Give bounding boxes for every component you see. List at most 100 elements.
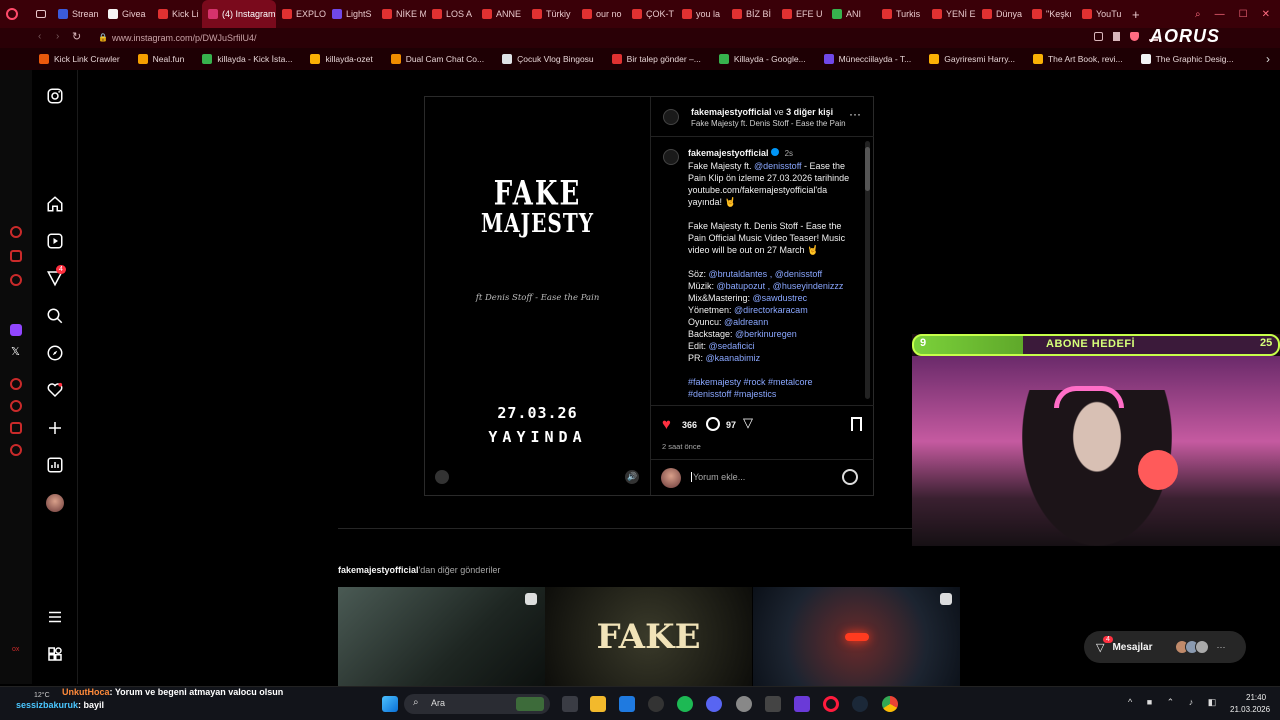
browser-tab[interactable]: LOS A — [426, 0, 476, 28]
home-icon[interactable] — [46, 195, 64, 213]
browser-tab[interactable]: Dünya — [976, 0, 1026, 28]
author-handle[interactable]: fakemajestyofficial — [691, 107, 772, 117]
grid-app-icon[interactable] — [794, 696, 810, 712]
browser-tab[interactable]: YouTu — [1076, 0, 1126, 28]
create-icon[interactable] — [46, 419, 64, 437]
profile-avatar[interactable] — [46, 494, 64, 512]
caption-mention-link[interactable]: @brutaldantes , @denisstoff — [709, 269, 823, 279]
caption-avatar[interactable] — [663, 149, 679, 165]
browser-tab[interactable]: "Keşkı — [1026, 0, 1076, 28]
post-video[interactable]: FAKE MAJESTY ft Denis Stoff - Ease the P… — [425, 97, 650, 495]
browser-tab[interactable]: Türkiy — [526, 0, 576, 28]
caption-mention-link[interactable]: #denisstoff #majestics — [688, 389, 776, 399]
bookmark-item[interactable]: killayda-ozet — [301, 54, 381, 64]
browser-tab[interactable]: YENİ E — [926, 0, 976, 28]
mail-icon[interactable] — [619, 696, 635, 712]
opera-menu-icon[interactable] — [0, 0, 30, 28]
shield-icon[interactable] — [1130, 32, 1139, 41]
like-icon[interactable]: ♥ — [662, 416, 671, 433]
maximize-icon[interactable]: ☐ — [1239, 9, 1248, 20]
steam-icon[interactable] — [852, 696, 868, 712]
reload-icon[interactable]: ↻ — [72, 30, 81, 43]
emoji-icon[interactable] — [842, 469, 858, 485]
instagram-logo-icon[interactable] — [46, 87, 64, 105]
browser-tab[interactable]: Givea — [102, 0, 152, 28]
snapshot-icon[interactable] — [1094, 32, 1103, 41]
messages-button[interactable]: ▽ 4 Mesajlar ··· — [1084, 631, 1246, 663]
back-icon[interactable]: ‹ — [38, 31, 41, 42]
browser-tab[interactable]: BİZ Bİ — [726, 0, 776, 28]
bookmark-item[interactable]: Münecciilayda - T... — [815, 54, 921, 64]
caption-mention-link[interactable]: @kaanabimiz — [706, 353, 761, 363]
file-explorer-icon[interactable] — [590, 696, 606, 712]
bookmark-item[interactable]: The Graphic Desig... — [1132, 54, 1243, 64]
volume-icon[interactable]: 🔊 — [625, 470, 639, 484]
bookmark-item[interactable]: Neal.fun — [129, 54, 194, 64]
comment-input[interactable]: Yorum ekle... — [691, 472, 745, 482]
settings-icon[interactable] — [10, 444, 22, 456]
save-icon[interactable] — [851, 417, 862, 431]
new-tab-button[interactable]: + — [1126, 0, 1146, 28]
chatgpt-icon[interactable] — [10, 250, 22, 262]
caption-mention-link[interactable]: @berkinuregen — [735, 329, 797, 339]
tab-overview-icon[interactable] — [30, 0, 52, 28]
clock-time[interactable]: 21:40 — [1246, 693, 1266, 702]
caption-mention-link[interactable]: @aldreann — [724, 317, 768, 327]
reels-icon[interactable] — [46, 232, 64, 250]
browser-tab[interactable]: Turkis — [876, 0, 926, 28]
twitch-icon[interactable] — [10, 324, 22, 336]
bookmark-item[interactable]: The Art Book, revi... — [1024, 54, 1132, 64]
discord-icon[interactable] — [706, 696, 722, 712]
browser-tab[interactable]: Kick Li — [152, 0, 202, 28]
search-tabs-icon[interactable]: ⌕ — [1195, 9, 1201, 20]
caption-mention-link[interactable]: @batupozut , @huseyindenizzz — [717, 281, 844, 291]
caption-mention-link[interactable]: @sedaficici — [709, 341, 755, 351]
bookmark-item[interactable]: Bir talep gönder –... — [603, 54, 710, 64]
author-avatar[interactable] — [663, 109, 679, 125]
browser-tab[interactable]: EFE U — [776, 0, 826, 28]
opera-icon[interactable] — [823, 696, 839, 712]
tray-icons[interactable]: ^ ■ ⌃ ♪ ◧ — [1128, 697, 1222, 708]
browser-tab[interactable]: LightS — [326, 0, 376, 28]
forward-icon[interactable]: › — [56, 31, 59, 42]
audio-subtitle[interactable]: Fake Majesty ft. Denis Stoff - Ease the … — [691, 119, 846, 128]
windows-start-icon[interactable] — [382, 696, 398, 712]
history-icon[interactable] — [10, 400, 22, 412]
caption-mention-link[interactable]: @denisstoff — [754, 161, 802, 171]
messenger-icon[interactable] — [10, 274, 22, 286]
bookmarks-overflow-icon[interactable]: › — [1266, 52, 1270, 66]
aria-icon[interactable] — [10, 226, 22, 238]
app-icon[interactable] — [765, 696, 781, 712]
dashboard-icon[interactable] — [46, 456, 64, 474]
browser-tab[interactable]: Strean — [52, 0, 102, 28]
settings-icon[interactable] — [736, 696, 752, 712]
tagged-users-icon[interactable] — [435, 470, 449, 484]
like-count[interactable]: 366 — [682, 420, 697, 430]
minimize-icon[interactable]: — — [1215, 9, 1225, 20]
browser-tab[interactable]: ANI — [826, 0, 876, 28]
url-field[interactable]: 🔒 www.instagram.com/p/DWJuSrfilU4/ — [96, 30, 1096, 46]
bookmark-item[interactable]: Kick Link Crawler — [30, 54, 129, 64]
bookmark-item[interactable]: Çocuk Vlog Bingosu — [493, 54, 603, 64]
bookmark-item[interactable]: Dual Cam Chat Co... — [382, 54, 493, 64]
browser-tab[interactable]: you la — [676, 0, 726, 28]
heart-icon[interactable] — [46, 381, 64, 399]
caption-mention-link[interactable]: @sawdustrec — [753, 293, 808, 303]
clock-date[interactable]: 21.03.2026 — [1230, 705, 1270, 714]
caption-handle[interactable]: fakemajestyofficial — [688, 148, 769, 158]
explore-icon[interactable] — [46, 344, 64, 362]
x-icon[interactable]: 𝕏 — [11, 345, 20, 358]
more-post-thumb-3[interactable] — [753, 587, 960, 687]
comment-icon[interactable] — [706, 417, 720, 431]
spotify-icon[interactable] — [677, 696, 693, 712]
browser-tab[interactable]: (4) Instagram — [202, 0, 276, 28]
more-posts-handle[interactable]: fakemajestyofficial — [338, 565, 419, 575]
more-post-thumb-1[interactable] — [338, 587, 545, 687]
extensions-icon[interactable] — [10, 422, 22, 434]
taskbar-search[interactable]: ⌕ Ara — [404, 694, 550, 714]
browser-tab[interactable]: ÇOK-T — [626, 0, 676, 28]
caption-mention-link[interactable]: #fakemajesty #rock #metalcore — [688, 377, 813, 387]
browser-tab[interactable]: our no — [576, 0, 626, 28]
chrome-icon[interactable] — [882, 696, 898, 712]
browser-tab[interactable]: EXPLO — [276, 0, 326, 28]
